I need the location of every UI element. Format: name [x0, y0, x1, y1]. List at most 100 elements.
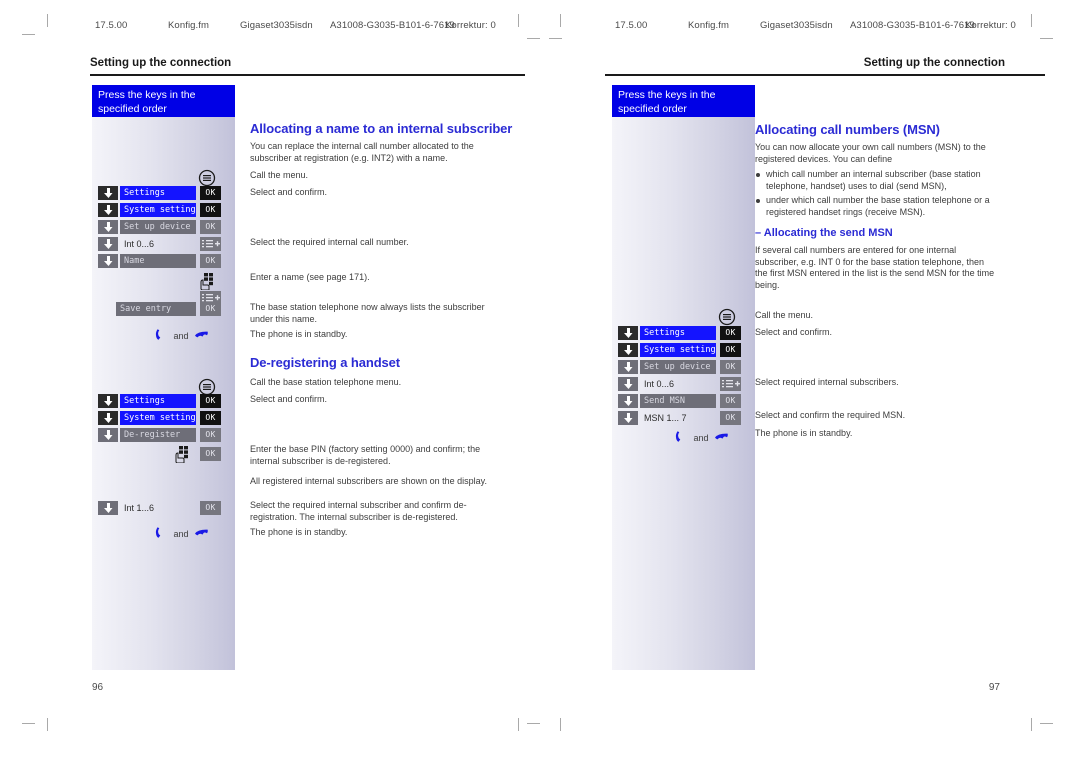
- down-arrow-key-icon[interactable]: [98, 237, 118, 251]
- ok-softkey[interactable]: OK: [200, 428, 221, 442]
- running-head-version: 17.5.00: [95, 20, 128, 31]
- step-row: OK: [92, 447, 235, 461]
- key-sequence-panel-left: Press the keys in the specified order Se…: [92, 85, 235, 670]
- menu-key-icon[interactable]: [198, 378, 220, 396]
- running-head-left: 17.5.00 Konfig.fm Gigaset3035isdn A31008…: [40, 20, 540, 34]
- step-row: Save entry OK: [92, 302, 235, 316]
- lcd-menu-item: MSN 1... 7: [644, 413, 687, 423]
- lcd-menu-item: System settings: [120, 203, 196, 217]
- keypad-entry-icon[interactable]: [199, 273, 221, 290]
- ok-softkey[interactable]: OK: [200, 254, 221, 268]
- step-caption: Call the menu.: [250, 170, 309, 180]
- down-arrow-key-icon[interactable]: [98, 203, 118, 217]
- step-caption: Select the required internal call number…: [250, 237, 409, 247]
- section-title-left: Setting up the connection: [90, 57, 232, 69]
- standby-key-pair[interactable]: and: [154, 328, 209, 344]
- page-number: 96: [92, 682, 104, 693]
- lcd-menu-item: System settings: [120, 411, 196, 425]
- running-head-product: Gigaset3035isdn: [240, 20, 313, 31]
- down-arrow-key-icon[interactable]: [618, 360, 638, 374]
- down-arrow-key-icon[interactable]: [618, 343, 638, 357]
- lcd-menu-item: Settings: [120, 186, 196, 200]
- key-sequence-panel-right: Press the keys in the specified order Se…: [612, 85, 755, 670]
- panel-banner-line1: Press the keys in the: [618, 89, 716, 101]
- step-row: Name OK: [92, 254, 235, 268]
- end-call-key-icon: [195, 529, 208, 536]
- ok-softkey[interactable]: OK: [720, 343, 741, 357]
- talk-key-icon: [675, 431, 681, 442]
- down-arrow-key-icon[interactable]: [98, 411, 118, 425]
- ok-softkey[interactable]: OK: [720, 360, 741, 374]
- running-head-file: Konfig.fm: [168, 20, 210, 31]
- title-rule-right: [605, 74, 1045, 76]
- menu-key-icon[interactable]: [718, 308, 740, 326]
- step-row: Int 0...6: [612, 377, 755, 391]
- step-caption: The base station telephone now always li…: [250, 302, 485, 324]
- panel-banner-line2: specified order: [98, 102, 167, 115]
- step-row: System settings OK: [92, 411, 235, 425]
- menu-key-icon[interactable]: [198, 169, 220, 187]
- step-row: De-register OK: [92, 428, 235, 442]
- internal-list-key-icon[interactable]: [720, 377, 741, 391]
- list-item: under which call number the base station…: [755, 195, 1000, 218]
- step-row: Send MSN OK: [612, 394, 755, 408]
- lcd-menu-item: Name: [120, 254, 196, 268]
- ok-softkey[interactable]: OK: [200, 411, 221, 425]
- lcd-menu-item: Int 0...6: [124, 239, 155, 249]
- ok-softkey[interactable]: OK: [200, 394, 221, 408]
- down-arrow-key-icon[interactable]: [98, 394, 118, 408]
- talk-key-icon: [155, 329, 161, 340]
- step-caption: Enter a name (see page 171).: [250, 272, 370, 282]
- step-caption: The phone is in standby.: [755, 428, 853, 438]
- end-call-key-icon: [715, 433, 728, 440]
- internal-list-key-icon[interactable]: [200, 237, 221, 251]
- msn-definition-list: which call number an internal subscriber…: [755, 169, 1000, 221]
- lcd-menu-item: Set up device: [120, 220, 196, 234]
- down-arrow-key-icon[interactable]: [98, 220, 118, 234]
- step-caption: Select and confirm.: [755, 327, 833, 337]
- ok-softkey[interactable]: OK: [200, 447, 221, 461]
- down-arrow-key-icon[interactable]: [98, 501, 118, 515]
- step-row: Settings OK: [612, 326, 755, 340]
- page-number: 97: [988, 682, 1000, 693]
- subtopic-intro: If several call numbers are entered for …: [755, 245, 995, 290]
- standby-key-pair[interactable]: and: [674, 430, 729, 446]
- down-arrow-key-icon[interactable]: [618, 377, 638, 391]
- step-caption: Select the required internal subscriber …: [250, 500, 467, 522]
- down-arrow-key-icon[interactable]: [98, 428, 118, 442]
- topic-heading: De-registering a handset: [250, 355, 401, 370]
- topic-heading: Allocating a name to an internal subscri…: [250, 121, 513, 136]
- down-arrow-key-icon[interactable]: [618, 411, 638, 425]
- step-row: Int 1...6 OK: [92, 501, 235, 515]
- talk-key-icon: [155, 527, 161, 538]
- ok-softkey[interactable]: OK: [200, 302, 221, 316]
- title-rule-left: [90, 74, 525, 76]
- ok-softkey[interactable]: OK: [200, 186, 221, 200]
- ok-softkey[interactable]: OK: [720, 394, 741, 408]
- running-head-product: Gigaset3035isdn: [760, 20, 833, 31]
- down-arrow-key-icon[interactable]: [618, 326, 638, 340]
- crop-mark-top-left-h: [22, 34, 35, 35]
- standby-key-pair[interactable]: and: [154, 526, 209, 542]
- ok-softkey[interactable]: OK: [200, 220, 221, 234]
- down-arrow-key-icon[interactable]: [618, 394, 638, 408]
- ok-softkey[interactable]: OK: [720, 411, 741, 425]
- page-right: 17.5.00 Konfig.fm Gigaset3035isdn A31008…: [560, 0, 1060, 763]
- step-caption: All registered internal subscribers are …: [250, 476, 487, 486]
- ok-softkey[interactable]: OK: [200, 203, 221, 217]
- ok-softkey[interactable]: OK: [720, 326, 741, 340]
- running-head-file: Konfig.fm: [688, 20, 730, 31]
- step-caption: Call the menu.: [755, 310, 814, 320]
- panel-banner-line2: specified order: [618, 102, 687, 115]
- and-label: and: [173, 529, 189, 539]
- ok-softkey[interactable]: OK: [200, 501, 221, 515]
- running-head-doc-number: A31008-G3035-B101-6-7619: [330, 20, 455, 31]
- and-label: and: [173, 331, 189, 341]
- step-caption: Call the base station telephone menu.: [250, 377, 402, 387]
- page-left: 17.5.00 Konfig.fm Gigaset3035isdn A31008…: [40, 0, 540, 763]
- lcd-menu-item: Save entry: [116, 302, 196, 316]
- down-arrow-key-icon[interactable]: [98, 186, 118, 200]
- running-head-correction: Korrektur: 0: [445, 20, 496, 31]
- step-caption: Select required internal subscribers.: [755, 377, 899, 387]
- down-arrow-key-icon[interactable]: [98, 254, 118, 268]
